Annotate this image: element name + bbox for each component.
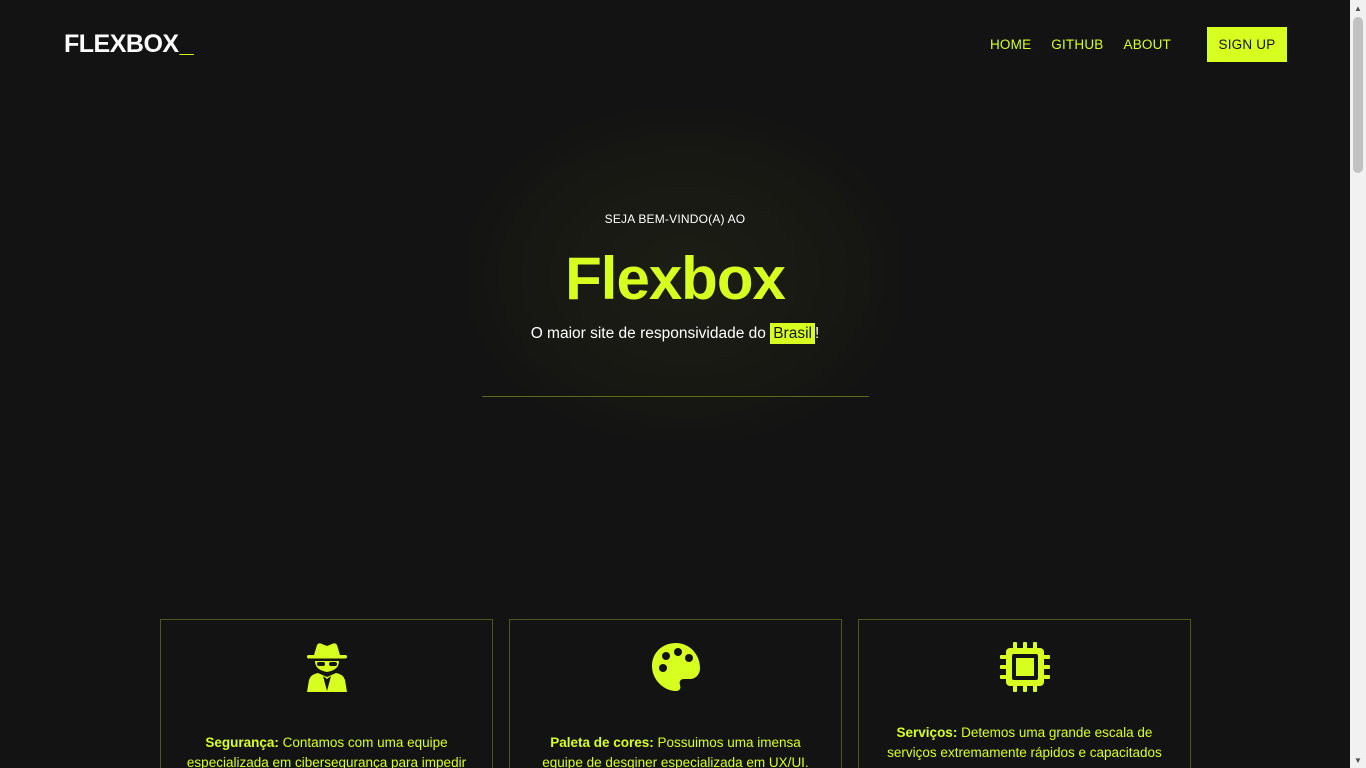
feature-card-palette: Paleta de cores: Possuimos uma imensa eq… — [509, 619, 842, 768]
scroll-thumb[interactable] — [1353, 17, 1363, 173]
nav-home-link[interactable]: HOME — [990, 37, 1031, 52]
scroll-down-arrow-icon[interactable]: ▼ — [1350, 752, 1366, 768]
feature-card-text: Segurança: Contamos com uma equipe espec… — [185, 733, 468, 768]
nav-github-link[interactable]: GITHUB — [1051, 37, 1103, 52]
scroll-up-arrow-icon[interactable]: ▲ — [1350, 0, 1366, 16]
page: FLEXBOX _ HOME GITHUB ABOUT SIGN UP SEJA… — [0, 0, 1366, 768]
feature-card-text: Serviços: Detemos uma grande escala de s… — [883, 723, 1166, 763]
hero-subtitle: O maior site de responsividade do Brasil… — [0, 323, 1350, 344]
logo[interactable]: FLEXBOX _ — [64, 30, 194, 59]
chip-icon — [999, 642, 1050, 697]
hero-divider — [482, 396, 869, 397]
feature-card-title: Serviços: — [896, 725, 958, 740]
feature-card-text: Paleta de cores: Possuimos uma imensa eq… — [534, 733, 817, 768]
signup-button[interactable]: SIGN UP — [1207, 27, 1287, 62]
feature-card-title: Segurança: — [205, 735, 279, 750]
logo-cursor: _ — [179, 30, 194, 58]
hero-eyebrow: SEJA BEM-VINDO(A) AO — [604, 212, 746, 226]
main-nav: HOME GITHUB ABOUT SIGN UP — [990, 27, 1287, 62]
feature-card-security: Segurança: Contamos com uma equipe espec… — [160, 619, 493, 768]
hero-subtitle-end: ! — [814, 325, 820, 342]
spy-icon — [305, 642, 349, 697]
palette-icon — [651, 642, 701, 697]
feature-card-services: Serviços: Detemos uma grande escala de s… — [858, 619, 1191, 768]
page-scrollbar[interactable]: ▲ ▼ — [1350, 0, 1366, 768]
hero-subtitle-highlight: Brasil — [770, 323, 815, 344]
hero-subtitle-text: O maior site de responsividade do — [530, 325, 771, 342]
hero-title: Flexbox — [565, 245, 786, 312]
feature-card-title: Paleta de cores: — [550, 735, 654, 750]
nav-about-link[interactable]: ABOUT — [1123, 37, 1171, 52]
logo-text: FLEXBOX — [64, 30, 179, 58]
